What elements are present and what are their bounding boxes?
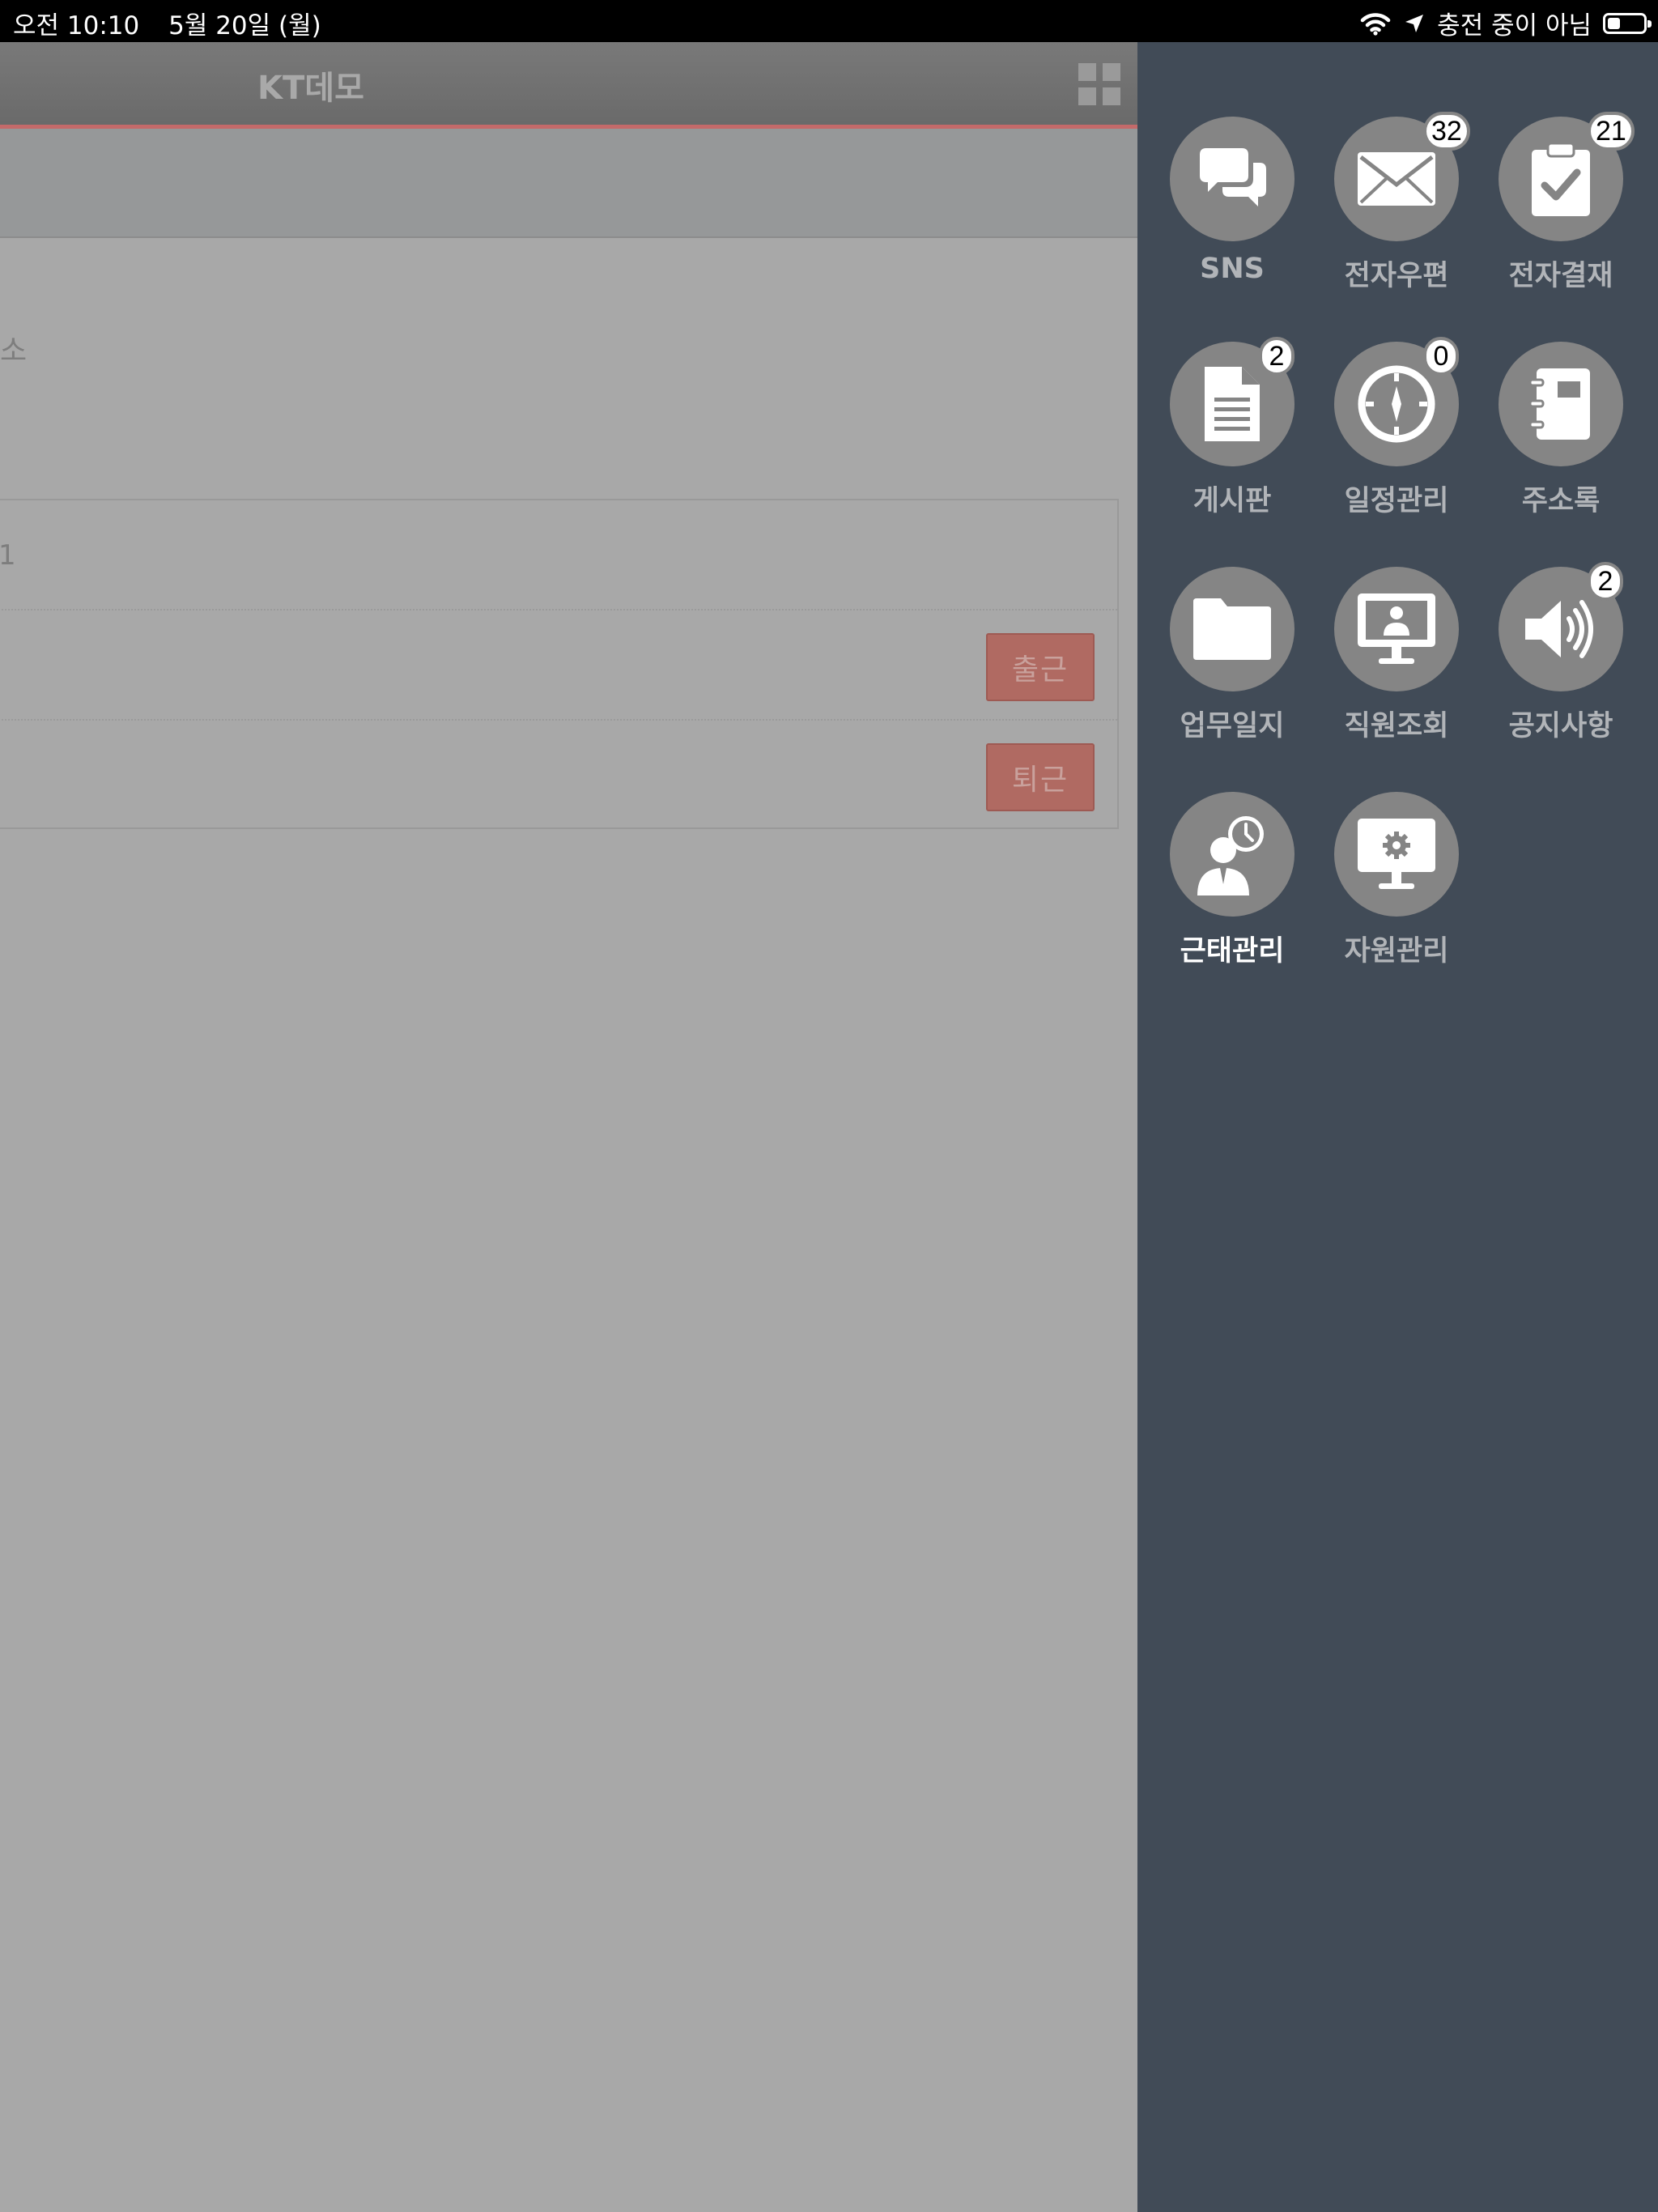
app-content: 소 1 출근 퇴근: [0, 238, 1137, 2212]
wifi-icon: [1359, 11, 1392, 36]
drawer-item-resources[interactable]: 자원관리: [1302, 792, 1466, 986]
clock-out-button[interactable]: 퇴근: [986, 743, 1095, 811]
drawer-item-label: 근태관리: [1180, 935, 1285, 968]
attendance-row: 1: [0, 500, 1117, 610]
battery-icon: [1603, 12, 1652, 34]
grid-menu-icon[interactable]: [1078, 63, 1120, 105]
monitor-gear-icon: [1334, 792, 1459, 917]
status-date: 5월 20일 (월): [168, 11, 321, 40]
location-arrow-icon: [1403, 12, 1426, 35]
drawer-item-worklog[interactable]: 업무일지: [1137, 567, 1302, 761]
chat-bubbles-icon: [1170, 117, 1295, 241]
unread-badge: 32: [1423, 112, 1470, 151]
attendance-panel: 1 출근 퇴근: [0, 499, 1119, 829]
drawer-item-label: 업무일지: [1180, 710, 1285, 742]
drawer-item-label: 게시판: [1192, 485, 1272, 517]
address-book-icon: [1499, 342, 1623, 466]
drawer-item-schedule[interactable]: 0 일정관리: [1302, 337, 1466, 536]
drawer-item-board[interactable]: 2 게시판: [1137, 337, 1302, 536]
new-posts-badge: 2: [1259, 337, 1295, 376]
app-drawer: SNS 32 전자우편 21 전자결재 2 게시판 0 일정관리 주소록 업무일…: [1137, 42, 1658, 2212]
drawer-item-label: 자원관리: [1344, 935, 1449, 968]
notice-badge: 2: [1588, 562, 1623, 601]
drawer-item-label: 전자결재: [1508, 260, 1613, 292]
drawer-item-label: 전자우편: [1344, 260, 1449, 292]
app-subbar: [0, 129, 1137, 238]
drawer-item-label: 주소록: [1521, 485, 1601, 517]
drawer-item-label: 직원조회: [1344, 710, 1449, 742]
app-header: KT데모: [0, 42, 1137, 129]
drawer-item-approval[interactable]: 21 전자결재: [1466, 112, 1635, 311]
background-app: KT데모 소 1 출근 퇴근: [0, 42, 1137, 2212]
partial-text: 1: [0, 539, 16, 572]
attendance-row: 퇴근: [0, 721, 1117, 829]
drawer-item-attendance[interactable]: 근태관리: [1137, 792, 1302, 986]
drawer-item-notice[interactable]: 2 공지사항: [1466, 562, 1630, 761]
drawer-item-label: 일정관리: [1344, 485, 1449, 517]
status-bar: 오전 10:10 5월 20일 (월) 충전 중이 아님: [0, 0, 1658, 42]
partial-text: 소: [0, 334, 28, 368]
drawer-item-sns[interactable]: SNS: [1137, 117, 1302, 311]
folder-icon: [1170, 567, 1295, 691]
clock-in-button[interactable]: 출근: [986, 633, 1095, 701]
status-time: 오전 10:10: [13, 11, 140, 40]
drawer-item-label: SNS: [1200, 253, 1265, 285]
person-clock-icon: [1170, 792, 1295, 917]
charging-status: 충전 중이 아님: [1437, 11, 1592, 40]
schedule-badge: 0: [1423, 337, 1459, 376]
monitor-person-icon: [1334, 567, 1459, 691]
drawer-item-email[interactable]: 32 전자우편: [1302, 112, 1470, 311]
pending-badge: 21: [1588, 112, 1635, 151]
attendance-row: 출근: [0, 610, 1117, 721]
app-title: KT데모: [257, 70, 364, 107]
drawer-item-addressbook[interactable]: 주소록: [1466, 342, 1630, 536]
drawer-item-staff[interactable]: 직원조회: [1302, 567, 1466, 761]
drawer-item-label: 공지사항: [1508, 710, 1613, 742]
